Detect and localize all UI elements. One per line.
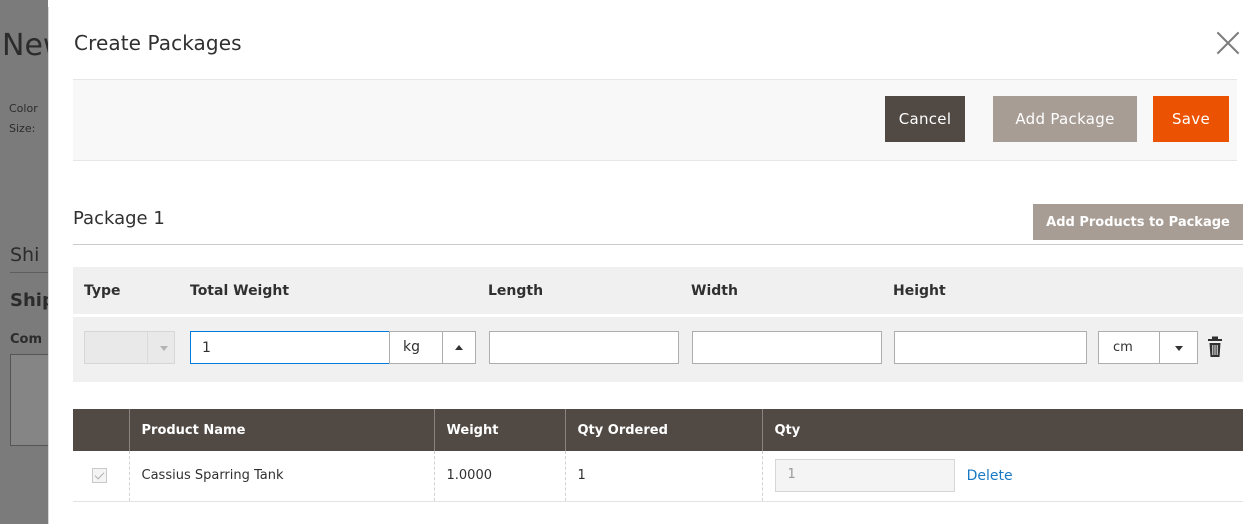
- select-column-header: [73, 409, 130, 451]
- background-divider: [10, 272, 48, 273]
- add-package-button[interactable]: Add Package: [993, 96, 1137, 142]
- weight-unit-select[interactable]: kg: [389, 331, 476, 364]
- add-products-to-package-button[interactable]: Add Products to Package: [1033, 204, 1243, 240]
- weight-unit-divider: [442, 332, 443, 363]
- save-button[interactable]: Save: [1153, 96, 1229, 142]
- create-packages-modal: Create Packages Cancel Add Package Save …: [48, 7, 1248, 524]
- length-input[interactable]: [489, 331, 679, 364]
- background-size-label: Size:: [9, 122, 36, 135]
- package-title: Package 1: [73, 208, 165, 229]
- type-select[interactable]: [84, 331, 175, 364]
- width-input[interactable]: [692, 331, 882, 364]
- chevron-up-icon: [455, 345, 463, 350]
- row-checkbox[interactable]: [92, 468, 107, 484]
- params-separator: [73, 314, 1243, 317]
- product-name-column-header: Product Name: [129, 409, 435, 451]
- trash-icon[interactable]: [1207, 336, 1223, 358]
- total-weight-label: Total Weight: [190, 283, 290, 299]
- product-name-cell: Cassius Sparring Tank: [129, 451, 435, 502]
- background-section-heading: Shi: [10, 244, 40, 266]
- weight-unit-value: kg: [403, 339, 420, 355]
- background-comment-label: Com: [10, 332, 43, 347]
- table-row: Cassius Sparring Tank 1.0000 1 1 Delete: [73, 451, 1243, 502]
- qty-ordered-cell: 1: [565, 451, 763, 502]
- dimension-unit-divider: [1159, 332, 1160, 363]
- table-header-row: Product Name Weight Qty Ordered Qty: [73, 409, 1243, 451]
- background-page-title: New: [2, 28, 48, 63]
- cancel-button[interactable]: Cancel: [885, 96, 965, 142]
- package-params: Type Total Weight Length Width Height kg…: [73, 267, 1243, 382]
- package-items-table: Product Name Weight Qty Ordered Qty Cass…: [73, 409, 1243, 502]
- row-select-cell: [73, 451, 130, 502]
- delete-link[interactable]: Delete: [967, 468, 1013, 484]
- modal-toolbar: Cancel Add Package Save: [73, 79, 1237, 161]
- dimension-unit-select[interactable]: cm: [1098, 331, 1198, 364]
- background-page: New Color Size: Shi Ship Com: [0, 0, 48, 524]
- background-subsection-heading: Ship: [10, 290, 48, 311]
- height-label: Height: [893, 283, 946, 299]
- dimension-unit-value: cm: [1113, 340, 1133, 355]
- type-select-divider: [147, 332, 148, 363]
- type-label: Type: [84, 283, 121, 299]
- qty-ordered-column-header: Qty Ordered: [565, 409, 763, 451]
- height-input[interactable]: [894, 331, 1087, 364]
- chevron-down-icon: [160, 346, 168, 351]
- weight-cell: 1.0000: [434, 451, 566, 502]
- length-label: Length: [488, 283, 544, 299]
- modal-title: Create Packages: [74, 31, 242, 55]
- qty-cell: 1 Delete: [762, 451, 1243, 502]
- close-icon[interactable]: [1214, 29, 1242, 57]
- qty-column-header: Qty: [762, 409, 1243, 451]
- chevron-down-icon: [1175, 346, 1183, 351]
- total-weight-input[interactable]: [190, 331, 390, 364]
- width-label: Width: [691, 283, 738, 299]
- background-comment-box: [10, 354, 48, 446]
- package-divider: [73, 244, 1243, 245]
- qty-input[interactable]: 1: [774, 459, 955, 493]
- weight-column-header: Weight: [434, 409, 566, 451]
- background-color-label: Color: [9, 102, 38, 115]
